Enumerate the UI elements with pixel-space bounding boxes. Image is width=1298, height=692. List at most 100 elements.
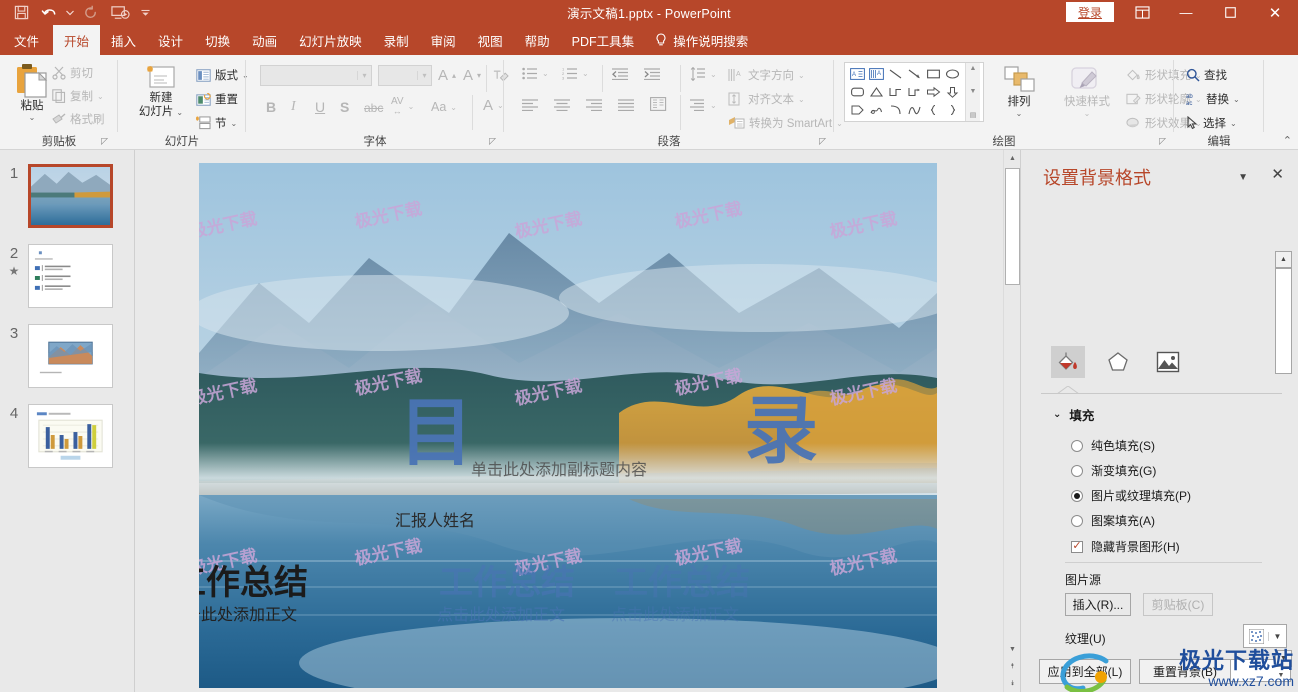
replace-button[interactable]: ab ac 替换 ⌄ xyxy=(1186,91,1240,107)
slide-vertical-scrollbar[interactable]: ▲ ▼ ⯭ ⯯ xyxy=(1003,150,1020,692)
insert-picture-button[interactable]: 插入(R)... xyxy=(1065,593,1131,616)
arrange-dropdown-icon[interactable]: ⌄ xyxy=(1016,109,1023,119)
shape-pentagon-flow-icon[interactable] xyxy=(848,101,867,119)
spinner-down-icon[interactable]: ▼ xyxy=(1278,671,1285,680)
tab-animations[interactable]: 动画 xyxy=(241,25,288,55)
shape-arrow-icon[interactable] xyxy=(905,65,924,83)
tab-pdf-tools[interactable]: PDF工具集 xyxy=(561,25,646,55)
arrange-button[interactable]: 排列 ⌄ xyxy=(992,65,1046,119)
scrollbar-thumb[interactable] xyxy=(1005,168,1020,285)
sign-in-button[interactable]: 登录 xyxy=(1065,2,1114,22)
tab-insert[interactable]: 插入 xyxy=(100,25,147,55)
paste-button[interactable]: 粘贴 ⌄ xyxy=(8,63,56,123)
shapes-gallery-scrollbar[interactable]: ▲ ▼ ▤ xyxy=(965,63,980,121)
fill-option-gradient[interactable]: 渐变填充(G) xyxy=(1071,462,1156,479)
checkbox-icon-checked[interactable]: ✓ xyxy=(1071,540,1083,553)
fill-section-header[interactable]: ⌄ 填充 xyxy=(1053,405,1094,424)
customize-qat-icon[interactable] xyxy=(136,2,154,24)
shape-curve-icon[interactable] xyxy=(905,101,924,119)
shape-rectangle-icon[interactable] xyxy=(924,65,943,83)
pane-scroll-down-icon[interactable]: ▼ xyxy=(1275,650,1292,667)
next-slide-icon[interactable]: ⯯ xyxy=(1004,675,1021,692)
shape-down-arrow-icon[interactable] xyxy=(943,83,962,101)
radio-icon[interactable] xyxy=(1071,439,1083,452)
shapes-scroll-up-icon[interactable]: ▲ xyxy=(970,65,977,72)
tab-view[interactable]: 视图 xyxy=(467,25,514,55)
thumbnail-item-3[interactable]: 3 xyxy=(0,324,134,388)
shapes-scroll-down-icon[interactable]: ▼ xyxy=(970,88,977,95)
layout-button[interactable]: 版式 ⌄ xyxy=(196,67,249,83)
reset-button[interactable]: 重置 xyxy=(196,91,238,107)
section-button[interactable]: 节 ⌄ xyxy=(196,115,237,131)
fill-tab[interactable] xyxy=(1051,346,1085,378)
tab-file[interactable]: 文件 xyxy=(0,25,53,55)
new-slide-dropdown-icon[interactable]: ⌄ xyxy=(176,108,183,118)
thumbnail-preview-4[interactable] xyxy=(28,404,113,468)
thumbnail-item-4[interactable]: 4 xyxy=(0,404,134,468)
ribbon-display-options-icon[interactable] xyxy=(1120,0,1164,25)
font-dialog-launcher[interactable]: ◸ xyxy=(489,136,496,147)
thumbnail-preview-2[interactable] xyxy=(28,244,113,308)
scroll-up-icon[interactable]: ▲ xyxy=(1004,150,1021,167)
scroll-down-icon[interactable]: ▼ xyxy=(1004,641,1021,658)
hide-background-graphics-checkbox[interactable]: ✓ 隐藏背景图形(H) xyxy=(1071,538,1180,555)
shapes-gallery-more-icon[interactable]: ▤ xyxy=(970,111,977,119)
reset-background-button[interactable]: 重置背景(B) xyxy=(1139,659,1231,684)
tab-slideshow[interactable]: 幻灯片放映 xyxy=(288,25,373,55)
shape-elbow-connector-icon[interactable] xyxy=(886,83,905,101)
select-dropdown-icon[interactable]: ⌄ xyxy=(1230,119,1237,128)
paragraph-dialog-launcher[interactable]: ◸ xyxy=(819,136,826,147)
shape-triangle-icon[interactable] xyxy=(867,83,886,101)
chevron-down-icon[interactable]: ▼ xyxy=(1238,172,1248,183)
shapes-gallery[interactable]: A A ▲ ▼ ▤ xyxy=(844,62,984,122)
tab-design[interactable]: 设计 xyxy=(147,25,194,55)
select-button[interactable]: 选择 ⌄ xyxy=(1186,115,1237,131)
font-name-combo[interactable]: ▾ xyxy=(260,65,372,86)
thumbnail-item-1[interactable]: 1 xyxy=(0,164,134,228)
apply-to-all-button[interactable]: 应用到全部(L) xyxy=(1039,659,1131,684)
current-slide[interactable]: 极光下载 极光下载 极光下载 极光下载 极光下载 极光下载 极光下载 极光下载 … xyxy=(199,163,937,688)
slide-subtitle-placeholder[interactable]: 单击此处添加副标题内容 xyxy=(471,456,647,480)
close-button[interactable]: ✕ xyxy=(1252,0,1298,25)
picture-tab[interactable] xyxy=(1151,346,1185,378)
replace-dropdown-icon[interactable]: ⌄ xyxy=(1233,95,1240,104)
shape-elbow-arrow-icon[interactable] xyxy=(905,83,924,101)
slide-heading[interactable]: 工作总结 xyxy=(199,555,308,604)
slide-thumbnail-pane[interactable]: 1 2 ★ 3 4 xyxy=(0,150,135,692)
shape-left-brace-icon[interactable] xyxy=(924,101,943,119)
minimize-button[interactable]: — xyxy=(1164,0,1208,25)
fill-option-solid[interactable]: 纯色填充(S) xyxy=(1071,437,1155,454)
clipboard-dialog-launcher[interactable]: ◸ xyxy=(101,136,108,147)
shape-right-brace-icon[interactable] xyxy=(943,101,962,119)
texture-picker-button[interactable]: ▼ xyxy=(1243,624,1287,648)
undo-icon[interactable] xyxy=(36,2,62,24)
new-slide-button[interactable]: 新建 幻灯片 ⌄ xyxy=(130,63,192,120)
tab-record[interactable]: 录制 xyxy=(373,25,420,55)
close-icon[interactable]: ✕ xyxy=(1271,165,1284,183)
collapse-ribbon-icon[interactable]: ⌃ xyxy=(1283,134,1292,147)
tab-home[interactable]: 开始 xyxy=(53,25,101,55)
pane-scroll-up-icon[interactable]: ▲ xyxy=(1275,251,1292,268)
tab-help[interactable]: 帮助 xyxy=(514,25,561,55)
shape-line-icon[interactable] xyxy=(886,65,905,83)
fill-option-picture-texture[interactable]: 图片或纹理填充(P) xyxy=(1071,487,1191,504)
undo-dropdown-icon[interactable] xyxy=(64,2,76,24)
radio-icon[interactable] xyxy=(1071,514,1083,527)
font-name-dropdown-icon[interactable]: ▾ xyxy=(357,71,371,80)
shape-vertical-textbox-icon[interactable]: A xyxy=(867,65,886,83)
restore-button[interactable] xyxy=(1208,0,1252,25)
font-size-dropdown-icon[interactable]: ▾ xyxy=(417,71,431,80)
shape-textbox-icon[interactable]: A xyxy=(848,65,867,83)
paste-dropdown-icon[interactable]: ⌄ xyxy=(29,113,36,123)
find-button[interactable]: 查找 xyxy=(1186,67,1227,83)
tell-me-box[interactable]: 操作说明搜索 xyxy=(645,25,758,55)
shape-scribble-icon[interactable] xyxy=(867,101,886,119)
section-dropdown-icon[interactable]: ⌄ xyxy=(231,119,238,128)
radio-icon-selected[interactable] xyxy=(1071,489,1083,502)
shape-oval-icon[interactable] xyxy=(943,65,962,83)
previous-slide-icon[interactable]: ⯭ xyxy=(1004,658,1021,675)
thumbnail-preview-3[interactable] xyxy=(28,324,113,388)
shape-rounded-rect-icon[interactable] xyxy=(848,83,867,101)
font-size-combo[interactable]: ▾ xyxy=(378,65,432,86)
slide-presenter-name[interactable]: 汇报人姓名 xyxy=(395,507,475,531)
